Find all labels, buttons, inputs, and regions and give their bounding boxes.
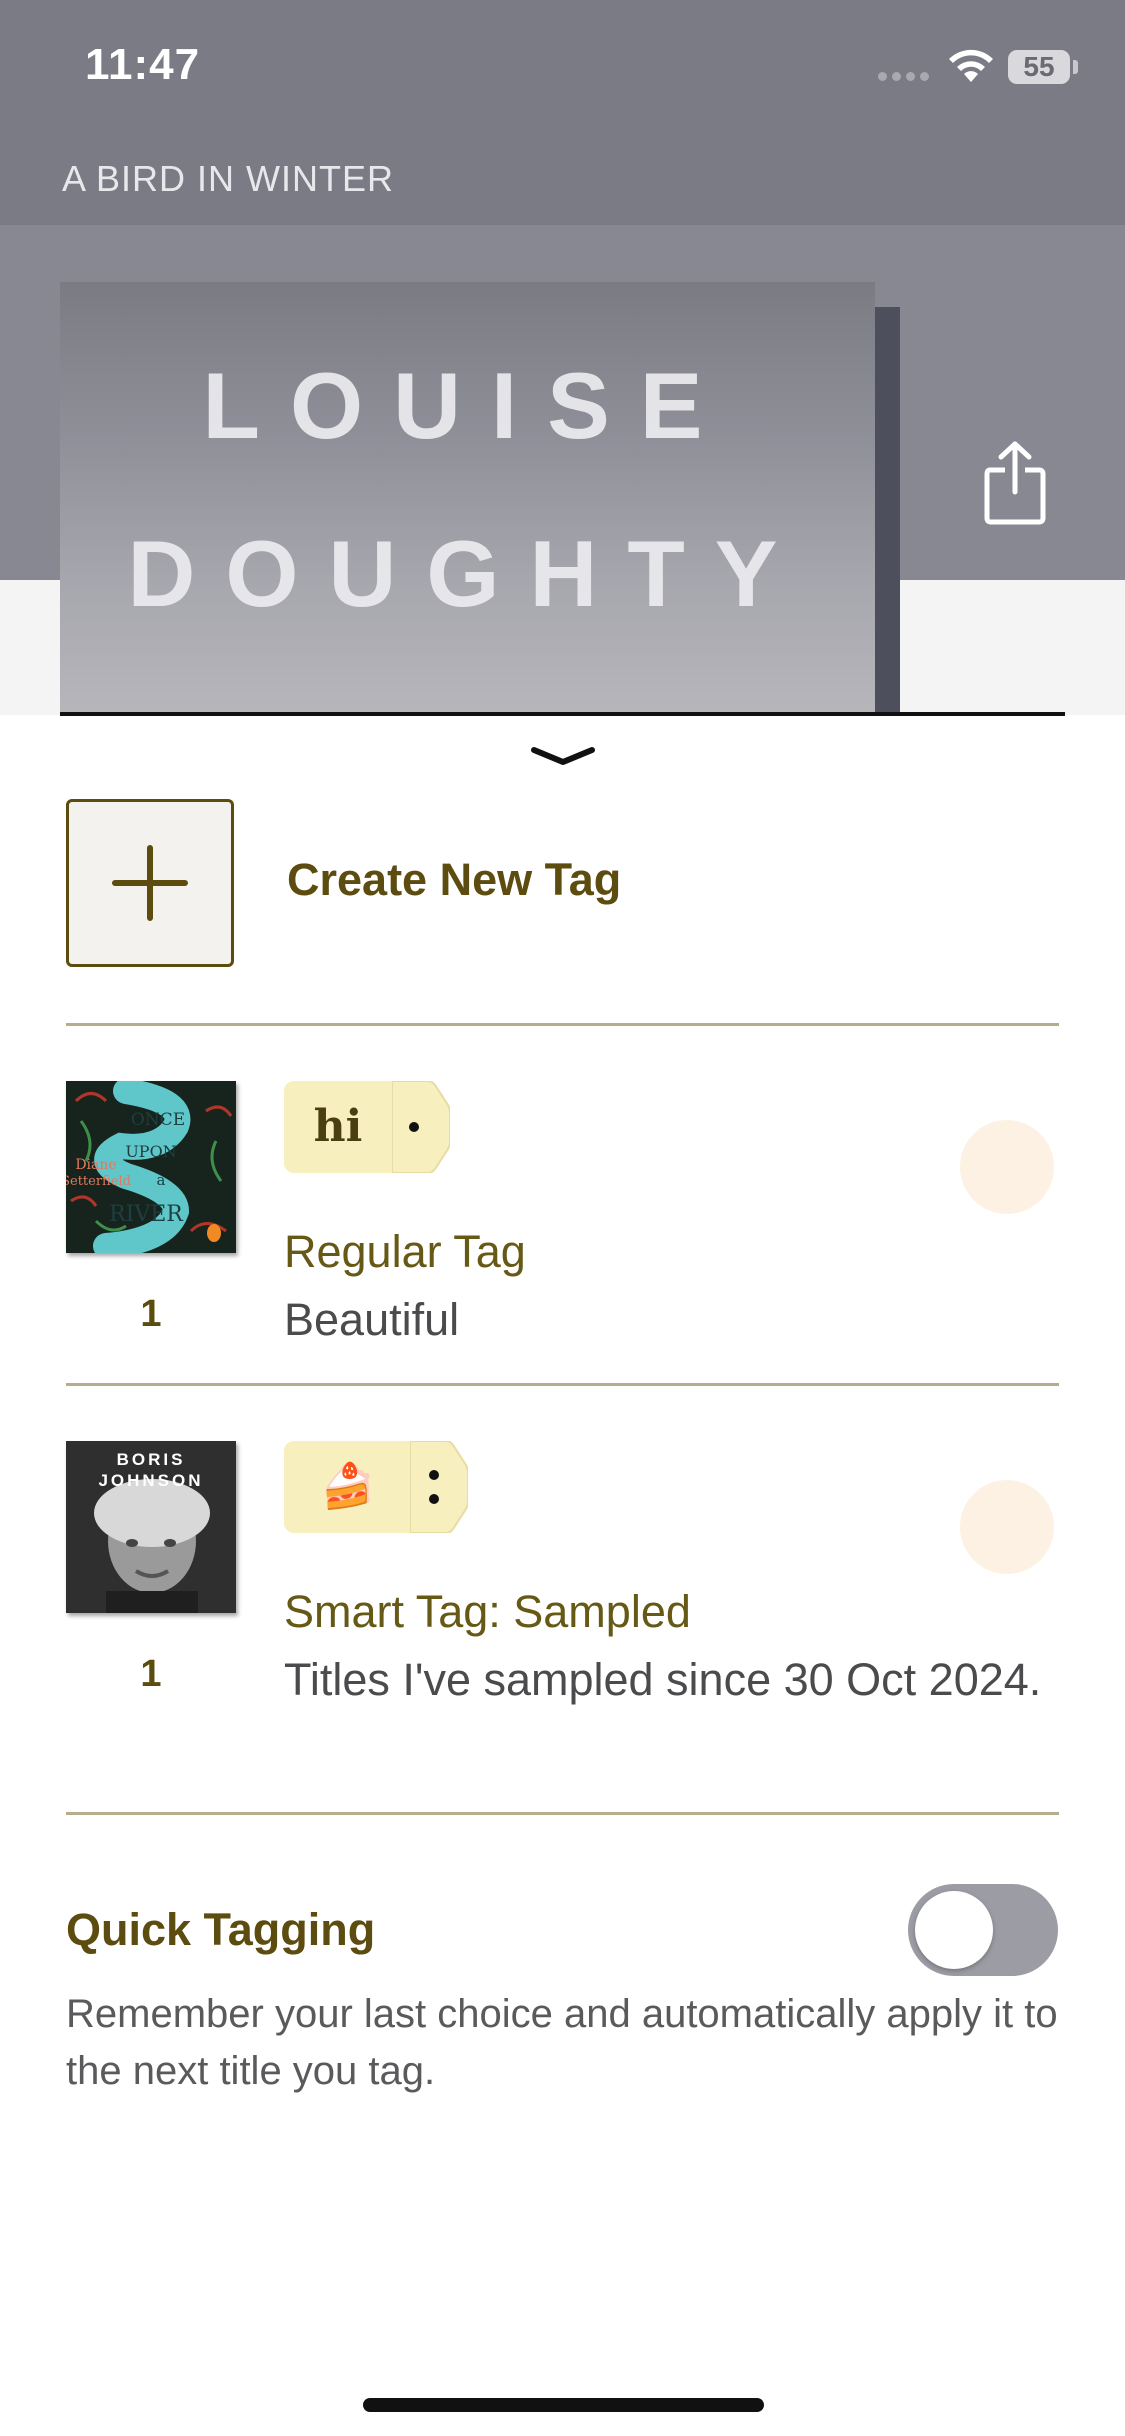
book-thumbnail: BORIS JOHNSON: [66, 1441, 236, 1613]
cover-author-last: DOUGHTY: [127, 521, 808, 626]
battery-icon: 55: [1008, 50, 1070, 84]
create-tag-label: Create New Tag: [287, 854, 622, 905]
tag-name: Smart Tag: Sampled: [284, 1586, 691, 1637]
toggle-knob: [915, 1891, 993, 1969]
svg-text:RIVER: RIVER: [109, 1202, 184, 1227]
create-tag-button[interactable]: [66, 799, 234, 967]
tag-select-radio[interactable]: [960, 1120, 1054, 1214]
tag-row-smart-sampled[interactable]: BORIS JOHNSON 1 🍰 Smart Tag: Sampled Tit…: [66, 1441, 1066, 1801]
status-time: 11:47: [85, 40, 201, 89]
divider: [66, 1383, 1059, 1386]
svg-text:BORIS: BORIS: [117, 1450, 186, 1469]
chevron-down-icon[interactable]: [530, 744, 596, 768]
tag-chip-label: hi: [313, 1101, 363, 1152]
battery-cap: [1073, 60, 1078, 74]
svg-text:UPON: UPON: [125, 1142, 176, 1161]
tag-chip-end-icon: [392, 1081, 450, 1173]
book-cover[interactable]: LOUISE DOUGHTY: [60, 282, 875, 715]
tag-description: Titles I've sampled since 30 Oct 2024.: [284, 1654, 1042, 1705]
tag-chip: hi: [284, 1081, 394, 1173]
share-icon[interactable]: [984, 440, 1046, 526]
tag-select-radio[interactable]: [960, 1480, 1054, 1574]
quick-tagging-description: Remember your last choice and automatica…: [66, 1992, 1058, 2093]
quick-tagging-toggle[interactable]: [908, 1884, 1058, 1976]
tag-sheet: Create New Tag ONCE UPON a RIVER Diane S…: [0, 716, 1125, 2436]
svg-text:Diane: Diane: [75, 1157, 116, 1173]
quick-tagging-title: Quick Tagging: [66, 1904, 376, 1955]
wifi-icon: [949, 49, 993, 82]
cover-spine: [875, 307, 900, 715]
tag-count: 1: [140, 1293, 162, 1335]
cellular-signal-icon: [878, 68, 934, 86]
svg-text:Setterfield: Setterfield: [66, 1174, 131, 1189]
tag-row-regular[interactable]: ONCE UPON a RIVER Diane Setterfield 1 hi…: [66, 1081, 1066, 1381]
cover-author-first: LOUISE: [202, 353, 733, 458]
svg-text:ONCE: ONCE: [131, 1110, 185, 1130]
tag-description: Beautiful: [284, 1294, 460, 1345]
svg-text:a: a: [157, 1171, 166, 1189]
svg-text:JOHNSON: JOHNSON: [98, 1471, 203, 1490]
create-new-tag-row[interactable]: Create New Tag: [66, 799, 1066, 971]
home-indicator[interactable]: [363, 2398, 764, 2412]
tag-count: 1: [140, 1653, 162, 1695]
divider: [66, 1812, 1059, 1815]
tag-name: Regular Tag: [284, 1226, 526, 1277]
tag-chip: 🍰: [284, 1441, 412, 1533]
plus-icon: [112, 845, 188, 921]
book-title: A BIRD IN WINTER: [62, 158, 395, 199]
cake-icon: 🍰: [320, 1461, 376, 1512]
tag-chip-end-icon: [410, 1441, 468, 1533]
book-thumbnail: ONCE UPON a RIVER Diane Setterfield: [66, 1081, 236, 1253]
divider: [66, 1023, 1059, 1026]
status-bar: 11:47 55: [0, 0, 1125, 140]
